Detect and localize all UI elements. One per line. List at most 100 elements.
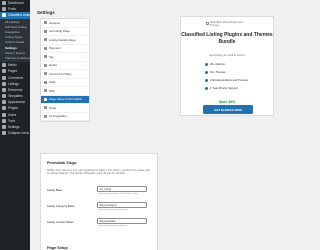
menu-icon: [2, 112, 6, 117]
settings-nav-item[interactable]: Tools: [41, 104, 89, 113]
feature-label: Unlimited Addons and Themes: [210, 78, 249, 82]
wp-menu-label: Users: [8, 112, 17, 117]
chevron-right-icon: ›: [86, 54, 87, 59]
wp-menu-label: Collapse menu: [8, 131, 30, 136]
promo-card: Classified Listing Plugins and Themes Cl…: [180, 16, 274, 116]
menu-icon: [2, 87, 6, 92]
page-title: Settings: [37, 10, 55, 15]
promo-subtitle: Everything you need to launch: [209, 54, 245, 57]
settings-nav-item[interactable]: Email ›: [41, 62, 89, 70]
wrench-icon: [44, 106, 47, 110]
menu-icon: [2, 1, 6, 6]
feature-label: 20+ Addons: [210, 62, 225, 66]
check-icon: [205, 70, 208, 74]
wp-menu-label: Pages: [8, 69, 18, 74]
wp-menu-label: Elementor: [8, 87, 23, 92]
field-help: Listing base permalink. Default: rtcl_li…: [97, 192, 138, 195]
settings-nav-label: Account & Policy: [49, 71, 72, 76]
puzzle-icon: [44, 89, 47, 93]
check-icon: [205, 78, 208, 82]
settings-nav-item[interactable]: General ›: [41, 19, 89, 28]
menu-icon: [2, 69, 6, 74]
listing-base-input[interactable]: rtcl_listing: [97, 186, 147, 192]
chevron-right-icon: ›: [86, 20, 87, 25]
category-base-input[interactable]: listing-category: [97, 202, 147, 208]
field-label-category-base: Listing Category Base: [47, 204, 75, 208]
menu-icon: [2, 118, 6, 123]
chevron-right-icon: ›: [86, 46, 87, 51]
link-icon: [44, 97, 47, 101]
wp-admin-sidebar: Dashboard Posts Classified Listing All List…: [0, 0, 31, 250]
chevron-right-icon: ›: [86, 63, 87, 68]
settings-nav-label: Ad Listing Page: [49, 29, 71, 34]
settings-nav-label: Tax: [49, 54, 54, 59]
promo-feature: Unlimited Addons and Themes: [205, 78, 248, 82]
menu-icon: [2, 7, 6, 12]
field-label-location-base: Listing Location Base: [47, 220, 74, 224]
feature-label: 1 Year Priority Support: [210, 86, 238, 90]
menu-icon: [2, 125, 6, 130]
menu-icon: [2, 131, 6, 136]
field-help: Listing category base permalink: [97, 208, 128, 211]
promo-save-text: Save 30%: [218, 100, 236, 104]
promo-feature: 20+ Addons: [205, 62, 225, 66]
field-label-listing-base: Listing Base: [47, 188, 63, 192]
wp-menu-item[interactable]: Collapse menu: [0, 130, 30, 136]
promo-image: Classified Listing Plugins and Themes: [206, 20, 250, 27]
settings-nav-item[interactable]: Tax ›: [41, 53, 89, 62]
permalink-card: Permalink Slugs NOTE: Just make sure tha…: [40, 153, 158, 250]
menu-icon: [2, 13, 6, 18]
settings-nav-item[interactable]: Ad Listing Page: [41, 28, 89, 36]
promo-image-alt: Classified Listing Plugins and Themes: [209, 20, 243, 27]
settings-nav-label: Email: [49, 63, 57, 68]
main-content: Settings General › Ad Listing Page Listing …: [30, 0, 274, 250]
wp-menu-label: Classified Listing: [8, 13, 30, 18]
mail-icon: [44, 63, 47, 67]
location-base-input[interactable]: listing-location: [97, 218, 147, 224]
wp-menu-label: Comments: [8, 75, 24, 80]
wp-menu-label: Appearance: [8, 100, 26, 105]
menu-icon: [2, 106, 6, 111]
section-title-page-setup: Page Setup: [47, 246, 68, 250]
get-bundle-button[interactable]: GET BUNDLE NOW: [203, 105, 253, 114]
wp-menu-label: Plugins: [8, 106, 19, 111]
settings-nav: General › Ad Listing Page Listing Details P…: [40, 18, 90, 122]
gear-icon: [44, 21, 47, 25]
menu-icon: [2, 100, 6, 105]
promo-feature: 1 Year Priority Support: [205, 86, 238, 90]
settings-nav-item[interactable]: Misc ›: [41, 87, 89, 96]
section-description: NOTE: Just make sure that, after updatin…: [47, 169, 151, 176]
check-icon: [205, 62, 208, 66]
settings-nav-item[interactable]: Account & Policy: [41, 70, 89, 79]
settings-nav-item[interactable]: Listing Details Page: [41, 36, 89, 45]
settings-nav-label: AI Integration: [49, 114, 67, 119]
list-icon: [44, 29, 47, 33]
feature-label: 10+ Themes: [210, 70, 226, 74]
settings-nav-label: Style: [49, 80, 56, 85]
settings-nav-item[interactable]: Payment ›: [41, 45, 89, 53]
settings-nav-label: Page Setup & Permalink: [49, 97, 82, 102]
wp-menu-label: Listings: [8, 81, 19, 86]
image-icon: [206, 22, 209, 25]
document-icon: [44, 38, 47, 42]
menu-icon: [2, 75, 6, 80]
ai-icon: [44, 114, 47, 118]
section-title: Permalink Slugs: [47, 161, 77, 165]
settings-nav-item[interactable]: Style: [41, 79, 89, 87]
card-icon: [44, 46, 47, 50]
user-icon: [44, 72, 47, 76]
wp-menu-label: Dashboard: [8, 1, 24, 6]
wp-menu-label: Tools: [8, 118, 16, 123]
menu-icon: [2, 63, 6, 68]
check-icon: [205, 86, 208, 90]
menu-icon: [2, 81, 6, 86]
field-help: Listing location base permalink: [97, 224, 127, 227]
settings-nav-item[interactable]: AI Integration: [41, 113, 89, 121]
settings-nav-item[interactable]: Page Setup & Permalink: [41, 95, 89, 104]
brush-icon: [44, 80, 47, 84]
wp-menu-label: Templates: [8, 94, 23, 99]
promo-title: Classified Listing Plugins and Themes Bu…: [181, 32, 273, 45]
settings-nav-label: Payment: [49, 46, 61, 51]
wp-menu-label: Settings: [8, 125, 20, 130]
wp-submenu-item[interactable]: Themes & Add-ons: [0, 56, 31, 61]
